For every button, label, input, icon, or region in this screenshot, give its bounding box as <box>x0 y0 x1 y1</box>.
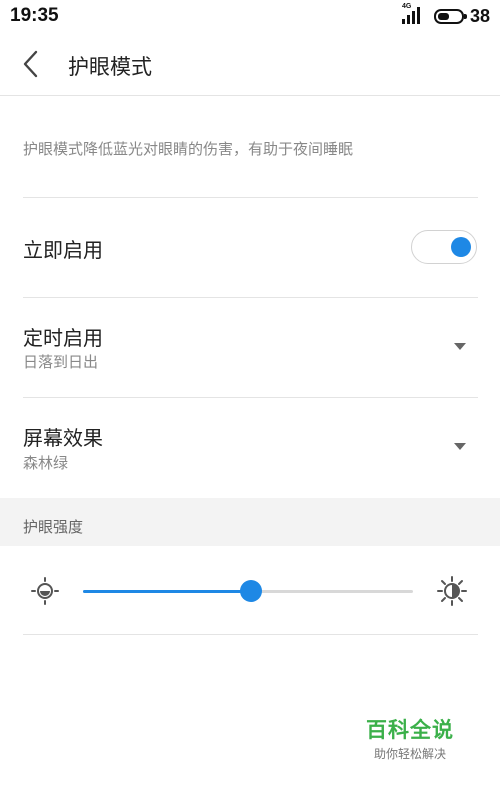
mode-description: 护眼模式降低蓝光对眼睛的伤害，有助于夜间睡眠 <box>23 140 354 158</box>
schedule-value: 日落到日出 <box>23 353 99 371</box>
divider <box>23 197 478 198</box>
network-type-label: 4G <box>401 3 412 10</box>
watermark-main: 百科全说 <box>366 718 454 742</box>
battery-icon <box>433 8 467 24</box>
divider <box>23 297 478 298</box>
battery-level: 38 <box>469 5 490 26</box>
watermark-sub: 助你轻松解决 <box>373 747 446 761</box>
intensity-section-header: 护眼强度 <box>0 498 500 546</box>
intensity-slider[interactable] <box>83 578 413 604</box>
enable-now-toggle[interactable] <box>411 230 477 264</box>
brightness-low-icon <box>31 577 59 605</box>
screen-effect-label[interactable]: 屏幕效果 <box>23 422 103 451</box>
status-indicators: 4G 38 <box>401 3 490 27</box>
slider-fill <box>83 590 252 593</box>
status-time: 19:35 <box>10 5 59 26</box>
watermark-logo: 百科全说 助你轻松解决 <box>360 714 460 762</box>
slider-thumb[interactable] <box>240 580 263 602</box>
cell-signal-icon: 4G <box>401 3 424 26</box>
divider <box>23 397 478 398</box>
screen-effect-dropdown-icon[interactable] <box>454 443 466 450</box>
status-bar: 19:35 4G 38 <box>0 0 500 32</box>
enable-now-label: 立即启用 <box>23 238 103 262</box>
schedule-dropdown-icon[interactable] <box>454 343 466 350</box>
schedule-label[interactable]: 定时启用 <box>23 322 103 351</box>
intensity-section-label: 护眼强度 <box>23 518 84 536</box>
screen-effect-value: 森林绿 <box>23 454 69 472</box>
header: 护眼模式 <box>0 32 500 96</box>
divider <box>23 634 478 635</box>
toggle-knob <box>451 237 471 257</box>
brightness-high-icon <box>437 576 467 606</box>
chevron-left-icon <box>23 50 38 78</box>
back-button[interactable] <box>14 46 50 82</box>
page-title: 护眼模式 <box>68 55 152 79</box>
